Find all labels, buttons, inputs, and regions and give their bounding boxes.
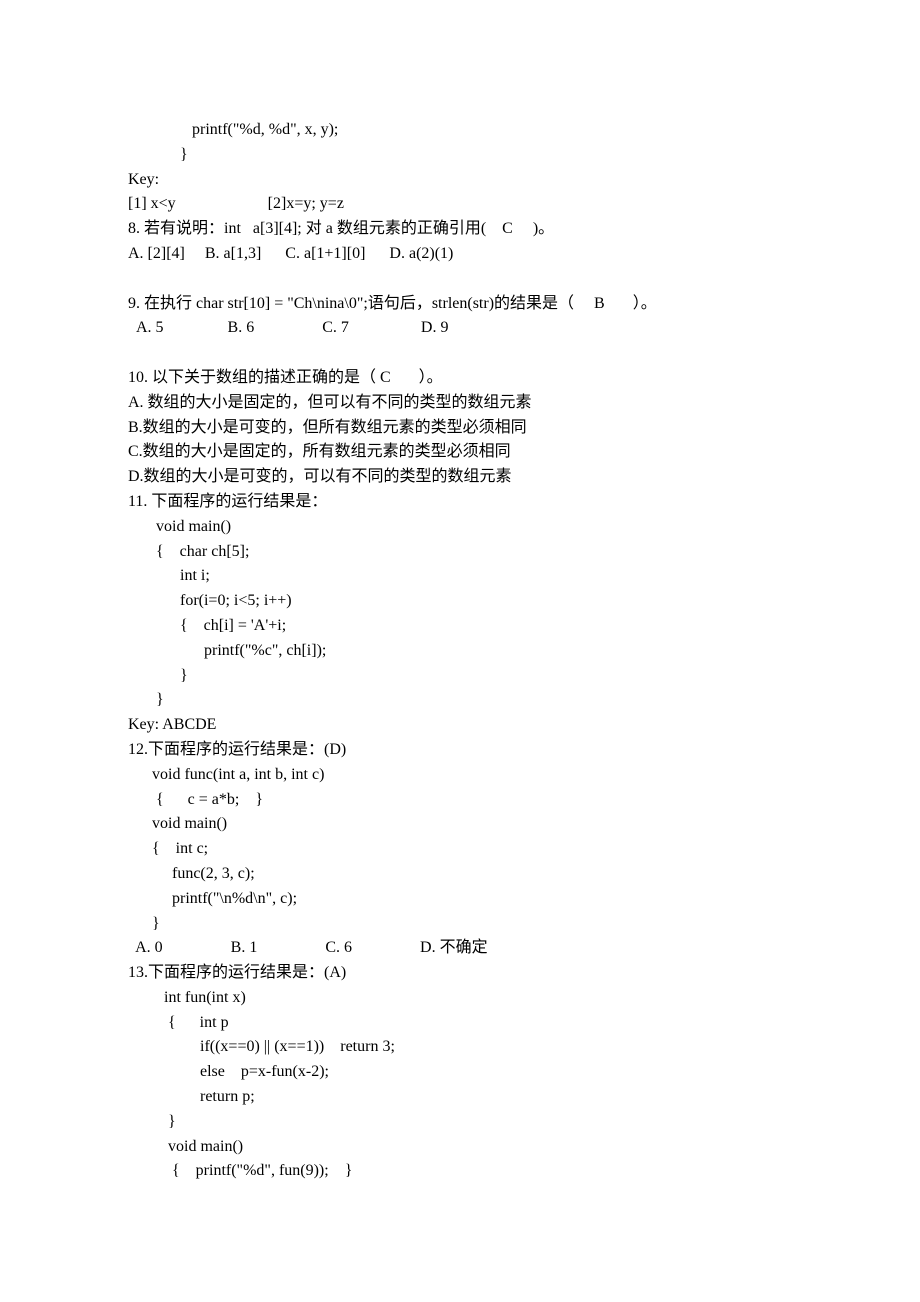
document-page: printf("%d, %d", x, y); } Key: [1] x<y [… [0,0,920,1302]
code-line: } [128,146,188,163]
key-answer: [1] x<y [2]x=y; y=z [128,195,344,212]
code-line: printf("%c", ch[i]); [128,642,326,659]
question-11: 11. 下面程序的运行结果是： [128,493,327,510]
code-line: } [128,1113,176,1130]
code-line: printf("\n%d\n", c); [128,890,297,907]
code-line: void main() [128,1138,243,1155]
code-line: int i; [128,567,210,584]
code-line: printf("%d, %d", x, y); [128,121,338,138]
code-line: void func(int a, int b, int c) [128,766,324,783]
code-line: int fun(int x) [128,989,246,1006]
question-10: 10. 以下关于数组的描述正确的是（ C ）。 [128,369,443,386]
question-10-option-c: C.数组的大小是固定的，所有数组元素的类型必须相同 [128,443,511,460]
question-12-options: A. 0 B. 1 C. 6 D. 不确定 [128,939,488,956]
question-10-option-d: D.数组的大小是可变的，可以有不同的类型的数组元素 [128,468,512,485]
question-10-option-b: B.数组的大小是可变的，但所有数组元素的类型必须相同 [128,419,527,436]
key-label: Key: [128,171,159,188]
code-line: else p=x-fun(x-2); [128,1063,329,1080]
code-line: { ch[i] = 'A'+i; [128,617,286,634]
code-line: { int p [128,1014,229,1031]
question-13: 13.下面程序的运行结果是：(A) [128,964,346,981]
code-line: { char ch[5]; [128,543,249,560]
code-line: return p; [128,1088,255,1105]
question-12: 12.下面程序的运行结果是：(D) [128,741,346,758]
code-line: } [128,691,164,708]
question-8-options: A. [2][4] B. a[1,3] C. a[1+1][0] D. a(2)… [128,245,453,262]
code-line: } [128,915,160,932]
code-line: { printf("%d", fun(9)); } [128,1162,352,1179]
code-line: if((x==0) || (x==1)) return 3; [128,1038,395,1055]
question-10-option-a: A. 数组的大小是固定的，但可以有不同的类型的数组元素 [128,394,532,411]
code-line: void main() [128,518,231,535]
code-line: } [128,667,188,684]
question-9: 9. 在执行 char str[10] = "Ch\nina\0";语句后，st… [128,295,657,312]
code-line: { int c; [128,840,208,857]
code-line: { c = a*b; } [128,791,263,808]
code-line: void main() [128,815,227,832]
code-line: func(2, 3, c); [128,865,255,882]
code-line: for(i=0; i<5; i++) [128,592,292,609]
question-9-options: A. 5 B. 6 C. 7 D. 9 [128,319,448,336]
question-8: 8. 若有说明：int a[3][4]; 对 a 数组元素的正确引用( C )。 [128,220,554,237]
key-answer: Key: ABCDE [128,716,216,733]
